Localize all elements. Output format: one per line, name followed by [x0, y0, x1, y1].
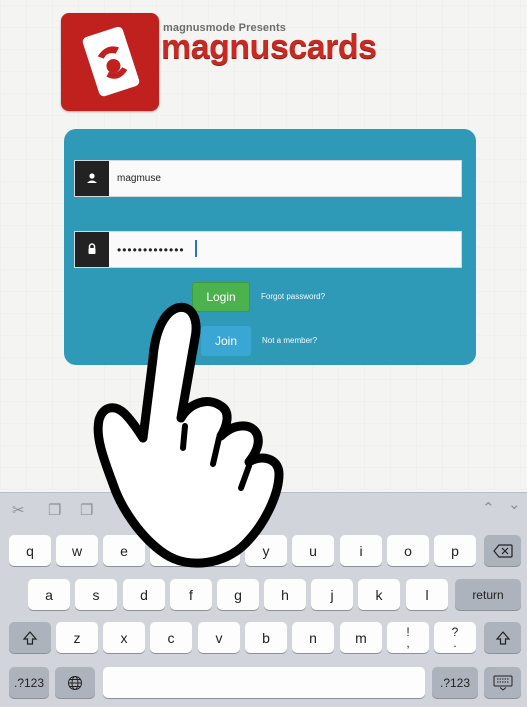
key-i[interactable]: i	[340, 535, 382, 566]
key-q[interactable]: q	[9, 535, 51, 566]
forgot-password-link[interactable]: Forgot password?	[261, 292, 325, 301]
not-a-member-link[interactable]: Not a member?	[262, 336, 317, 345]
user-icon	[75, 161, 109, 196]
key-t[interactable]: t	[198, 535, 240, 566]
return-key[interactable]: return	[455, 579, 521, 610]
card-logo-icon	[82, 26, 140, 97]
chevron-down-icon[interactable]: ⌄	[508, 495, 521, 513]
globe-key[interactable]	[55, 667, 95, 698]
username-input[interactable]	[117, 161, 447, 196]
key-e[interactable]: e	[103, 535, 145, 566]
keyboard-hide-icon	[493, 675, 512, 691]
key-b[interactable]: b	[245, 622, 287, 653]
key-a[interactable]: a	[28, 579, 70, 610]
key-x[interactable]: x	[103, 622, 145, 653]
password-input[interactable]	[117, 232, 447, 267]
key-comma-label: ,	[406, 635, 410, 650]
lock-icon	[75, 232, 109, 267]
key-d[interactable]: d	[123, 579, 165, 610]
hide-keyboard-key[interactable]	[484, 667, 521, 698]
join-button[interactable]: Join	[201, 326, 251, 356]
key-z[interactable]: z	[56, 622, 98, 653]
chevron-up-icon[interactable]: ⌃	[482, 499, 495, 517]
numbers-key-right[interactable]: .?123	[432, 667, 478, 698]
paste-icon[interactable]: ❐	[80, 501, 93, 519]
username-field[interactable]	[74, 160, 462, 197]
shift-icon	[495, 630, 510, 645]
numbers-key-left[interactable]: .?123	[9, 667, 49, 698]
key-u[interactable]: u	[292, 535, 334, 566]
key-period-label: .	[453, 635, 457, 650]
key-k[interactable]: k	[358, 579, 400, 610]
key-g[interactable]: g	[217, 579, 259, 610]
cut-icon[interactable]: ✂	[12, 501, 25, 519]
password-field[interactable]	[74, 231, 462, 268]
login-button[interactable]: Login	[192, 282, 250, 312]
globe-icon	[68, 675, 82, 690]
key-p[interactable]: p	[434, 535, 476, 566]
key-n[interactable]: n	[292, 622, 334, 653]
key-question-period[interactable]: ? .	[434, 622, 476, 653]
on-screen-keyboard: ✂ ❐ ❐ ⌃ ⌄ q w e r t y u i o p a s d f g …	[0, 492, 527, 707]
key-l[interactable]: l	[406, 579, 448, 610]
space-key[interactable]	[103, 667, 425, 698]
key-r[interactable]: r	[150, 535, 192, 566]
key-w[interactable]: w	[56, 535, 98, 566]
key-exclaim-comma[interactable]: ! ,	[387, 622, 429, 653]
key-c[interactable]: c	[150, 622, 192, 653]
copy-icon[interactable]: ❐	[48, 501, 61, 519]
backspace-key[interactable]	[484, 535, 521, 566]
key-s[interactable]: s	[75, 579, 117, 610]
text-caret	[195, 240, 197, 257]
key-j[interactable]: j	[311, 579, 353, 610]
backspace-icon	[492, 543, 513, 558]
shift-right-key[interactable]	[484, 622, 521, 653]
magnuscards-logo	[61, 13, 159, 111]
brand-wordmark: magnuscards	[161, 28, 377, 66]
key-f[interactable]: f	[170, 579, 212, 610]
shift-left-key[interactable]	[9, 622, 51, 653]
key-o[interactable]: o	[387, 535, 429, 566]
key-y[interactable]: y	[245, 535, 287, 566]
key-v[interactable]: v	[198, 622, 240, 653]
key-h[interactable]: h	[264, 579, 306, 610]
shift-icon	[22, 630, 38, 645]
key-m[interactable]: m	[340, 622, 382, 653]
